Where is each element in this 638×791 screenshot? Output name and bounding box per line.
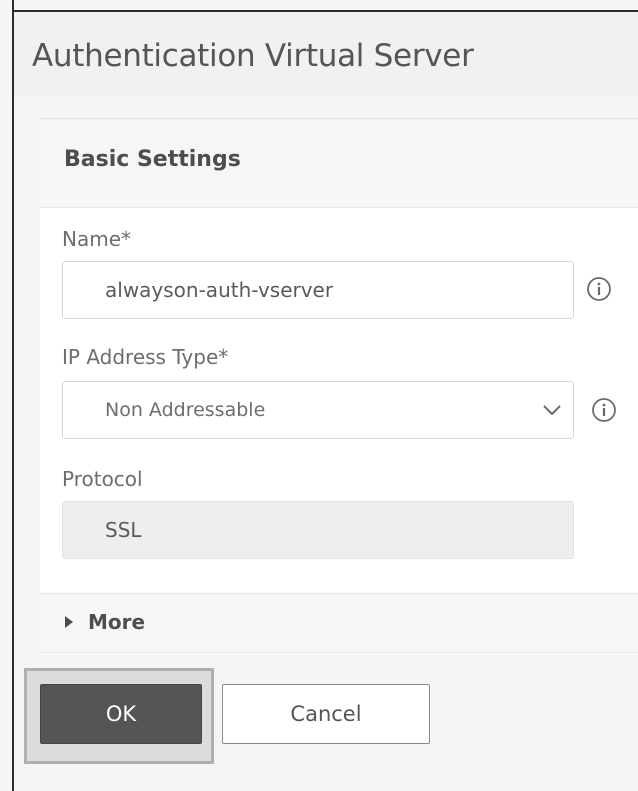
ip-address-type-select[interactable]: Non Addressable: [62, 381, 574, 439]
protocol-label: Protocol: [62, 467, 143, 491]
section-title: Basic Settings: [64, 147, 241, 172]
name-input[interactable]: alwayson-auth-vserver: [62, 261, 574, 319]
page-title: Authentication Virtual Server: [32, 38, 474, 74]
ok-button[interactable]: OK: [40, 684, 202, 744]
window-top-border: [12, 10, 638, 12]
dialog-window: Authentication Virtual Server Basic Sett…: [0, 0, 638, 791]
cancel-button[interactable]: Cancel: [222, 684, 430, 744]
more-toggle[interactable]: More: [40, 593, 638, 653]
ip-address-type-selected: Non Addressable: [105, 399, 266, 421]
ip-address-type-info-icon[interactable]: [591, 397, 617, 423]
window-left-border: [12, 0, 14, 791]
basic-settings-panel: Basic Settings Name* alwayson-auth-vserv…: [40, 118, 638, 654]
caret-right-icon: [65, 616, 73, 628]
name-info-icon[interactable]: [586, 276, 612, 302]
basic-settings-header: Basic Settings: [40, 119, 638, 208]
ip-address-type-label: IP Address Type*: [62, 345, 229, 369]
protocol-value: SSL: [105, 518, 142, 542]
protocol-field: SSL: [62, 501, 574, 559]
name-label: Name*: [62, 227, 132, 251]
name-input-value: alwayson-auth-vserver: [105, 278, 334, 302]
chevron-down-icon: [543, 405, 561, 416]
more-label: More: [88, 610, 146, 634]
dialog-header: Authentication Virtual Server: [14, 12, 638, 96]
